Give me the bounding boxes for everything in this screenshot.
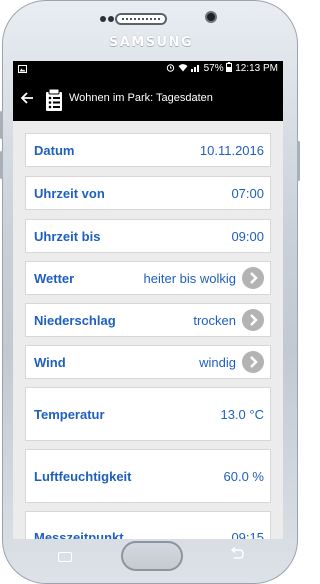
data-list: Datum 10.11.2016 Uhrzeit von 07:00 Uhrze… <box>13 121 283 539</box>
document-list-icon <box>43 86 65 112</box>
volume-up-button <box>0 111 3 139</box>
row-value: 60.0 % <box>223 469 264 484</box>
row-label: Uhrzeit bis <box>34 229 101 244</box>
recent-apps-icon[interactable] <box>58 552 72 562</box>
row-label: Niederschlag <box>34 313 116 328</box>
volume-down-button <box>0 151 3 179</box>
power-button <box>297 141 300 181</box>
row-messzeitpunkt: Messzeitpunkt 09:15 <box>25 511 271 539</box>
row-wetter[interactable]: Wetter heiter bis wolkig <box>25 261 271 295</box>
row-value: 10.11.2016 <box>199 143 264 158</box>
row-value: windig <box>199 355 236 370</box>
clock-text: 12:13 PM <box>235 63 278 74</box>
alarm-icon <box>166 63 178 74</box>
row-label: Temperatur <box>34 407 105 422</box>
row-value: heiter bis wolkig <box>143 271 237 286</box>
row-wind[interactable]: Wind windig <box>25 345 271 379</box>
row-label: Datum <box>34 143 75 158</box>
row-label: Wind <box>34 355 66 370</box>
battery-text: 57% <box>203 63 224 74</box>
row-value: 09:00 <box>231 229 264 244</box>
screen: 57% 12:13 PM Wohnen im Park: Tagesdaten … <box>13 61 283 539</box>
status-icons: 57% 12:13 PM <box>166 61 278 77</box>
row-datum: Datum 10.11.2016 <box>25 133 271 167</box>
row-label: Messzeitpunkt <box>34 530 124 539</box>
proximity-sensor <box>100 16 106 22</box>
row-temperatur: Temperatur 13.0 °C <box>25 387 271 441</box>
app-bar: Wohnen im Park: Tagesdaten <box>13 77 283 121</box>
phone-top-bezel: SAMSUNG <box>3 1 299 61</box>
image-notification-icon <box>18 61 27 77</box>
earpiece-speaker <box>115 13 167 25</box>
row-uhrzeit-von: Uhrzeit von 07:00 <box>25 176 271 210</box>
battery-icon <box>226 62 235 74</box>
row-luftfeuchtigkeit: Luftfeuchtigkeit 60.0 % <box>25 449 271 503</box>
sensor-dot <box>108 16 114 22</box>
row-label: Uhrzeit von <box>34 186 105 201</box>
home-button[interactable] <box>121 541 183 571</box>
row-value: trocken <box>193 313 236 328</box>
status-bar: 57% 12:13 PM <box>13 61 283 77</box>
row-niederschlag[interactable]: Niederschlag trocken <box>25 303 271 337</box>
chevron-right-icon[interactable] <box>242 267 264 289</box>
chevron-right-icon[interactable] <box>242 309 264 331</box>
signal-icon <box>190 63 204 74</box>
row-label: Luftfeuchtigkeit <box>34 469 132 484</box>
wifi-icon <box>178 63 191 74</box>
arrow-left-icon[interactable] <box>20 88 40 108</box>
row-value: 07:00 <box>231 186 264 201</box>
front-camera <box>205 11 217 23</box>
back-icon[interactable] <box>229 546 245 561</box>
page-title: Wohnen im Park: Tagesdaten <box>69 92 213 104</box>
row-label: Wetter <box>34 271 75 286</box>
brand-logo: SAMSUNG <box>108 35 194 50</box>
row-value: 13.0 °C <box>220 407 264 422</box>
row-value: 09:15 <box>231 530 264 539</box>
chevron-right-icon[interactable] <box>242 351 264 373</box>
row-uhrzeit-bis: Uhrzeit bis 09:00 <box>25 219 271 253</box>
phone-frame: SAMSUNG 57% 12:13 PM Wohnen im Park: Tag… <box>0 0 300 584</box>
